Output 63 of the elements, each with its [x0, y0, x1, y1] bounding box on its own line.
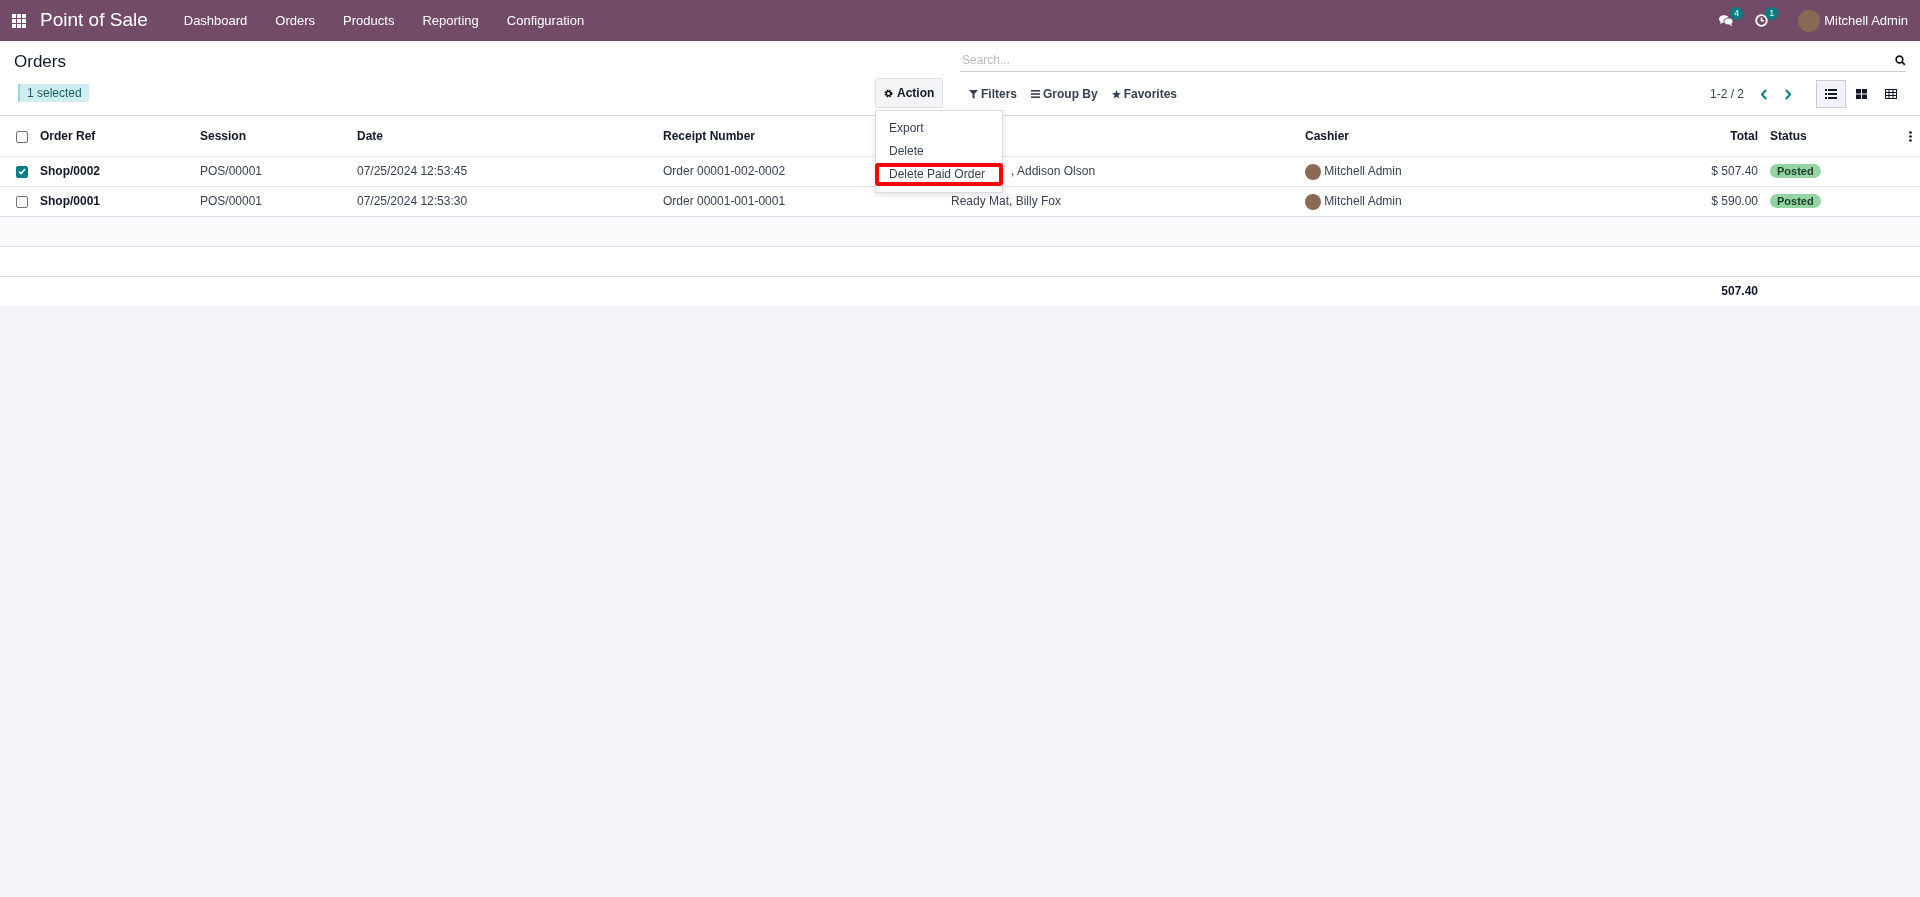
status-tag: Posted: [1770, 164, 1821, 178]
chat-icon[interactable]: [1719, 14, 1734, 27]
chevron-right-icon: [1784, 89, 1792, 101]
message-count: 4: [1730, 7, 1744, 20]
table-cell: Ready Mat, Billy Fox: [951, 194, 1062, 208]
table-cell: Order 00001-001-0001: [663, 194, 786, 208]
selection-count: 1 selected: [18, 83, 89, 102]
table-cell: , Addison Olson: [1011, 164, 1096, 178]
menu-item[interactable]: Orders: [261, 10, 330, 31]
table-cell: 07/25/2024 12:53:30: [357, 194, 468, 208]
select-all-checkbox[interactable]: [16, 130, 28, 143]
activity-count: 1: [1765, 7, 1779, 20]
filter-toggle-button[interactable]: Filters: [962, 85, 1024, 103]
status-tag: Posted: [1770, 194, 1821, 208]
table-cell: $ 590.00: [1711, 194, 1758, 208]
user-name[interactable]: Mitchell Admin: [1824, 10, 1908, 31]
table-cell: Mitchell Admin: [1324, 194, 1402, 208]
table-cell: Mitchell Admin: [1324, 164, 1402, 178]
bars-icon: [1031, 90, 1040, 98]
row-checkbox[interactable]: [16, 195, 28, 208]
menu-item[interactable]: Products: [329, 10, 409, 31]
app-title: Point of Sale: [40, 8, 148, 33]
gear-icon: [884, 88, 893, 98]
menu-item[interactable]: Export: [875, 117, 1003, 140]
menu-item[interactable]: Dashboard: [169, 10, 262, 31]
column-header: Order Ref: [40, 128, 96, 143]
star-icon: [1111, 89, 1121, 99]
menu-item[interactable]: Reporting: [408, 10, 493, 31]
apps-grid-icon[interactable]: [12, 13, 26, 28]
table-cell: POS/00001: [200, 164, 263, 178]
menu-item[interactable]: Delete Paid Order: [875, 163, 1003, 186]
clock-icon[interactable]: [1755, 14, 1769, 27]
table-cell: Shop/0002: [40, 164, 101, 178]
column-header: Session: [200, 128, 247, 143]
filter-toggle-button[interactable]: Group By: [1024, 85, 1105, 103]
table-cell: POS/00001: [200, 194, 263, 208]
column-header: Cashier: [1305, 128, 1350, 143]
action-button[interactable]: Action: [875, 78, 944, 108]
kebab-menu-icon[interactable]: [1909, 131, 1912, 143]
pager-text: 1-2 / 2: [1709, 86, 1744, 103]
column-header: Receipt Number: [663, 128, 756, 143]
menu-item[interactable]: Delete: [875, 140, 1003, 163]
row-checkbox[interactable]: [16, 165, 28, 178]
table-cell: $ 507.40: [1711, 164, 1758, 178]
column-header: Total: [1730, 128, 1758, 143]
table-view-icon: [1885, 89, 1897, 99]
menu-item[interactable]: Configuration: [492, 10, 599, 31]
footer-total: 507.40: [1721, 284, 1758, 299]
column-header: Date: [357, 128, 383, 143]
user-avatar: [1305, 163, 1321, 180]
list-view-icon: [1825, 89, 1837, 99]
table-cell: Order 00001-002-0002: [663, 164, 786, 178]
filter-toggle-button[interactable]: Favorites: [1104, 85, 1185, 103]
page-title: Orders: [14, 51, 67, 73]
filter-icon: [969, 89, 978, 99]
search-icon[interactable]: [1895, 54, 1906, 66]
table-cell: Shop/0001: [40, 194, 101, 208]
table-cell: 07/25/2024 12:53:45: [357, 164, 468, 178]
kanban-view-icon: [1855, 89, 1867, 99]
list-view-button[interactable]: [1816, 80, 1846, 108]
user-avatar: [1305, 193, 1321, 210]
column-header: Status: [1770, 128, 1807, 143]
chevron-left-icon: [1760, 89, 1768, 101]
